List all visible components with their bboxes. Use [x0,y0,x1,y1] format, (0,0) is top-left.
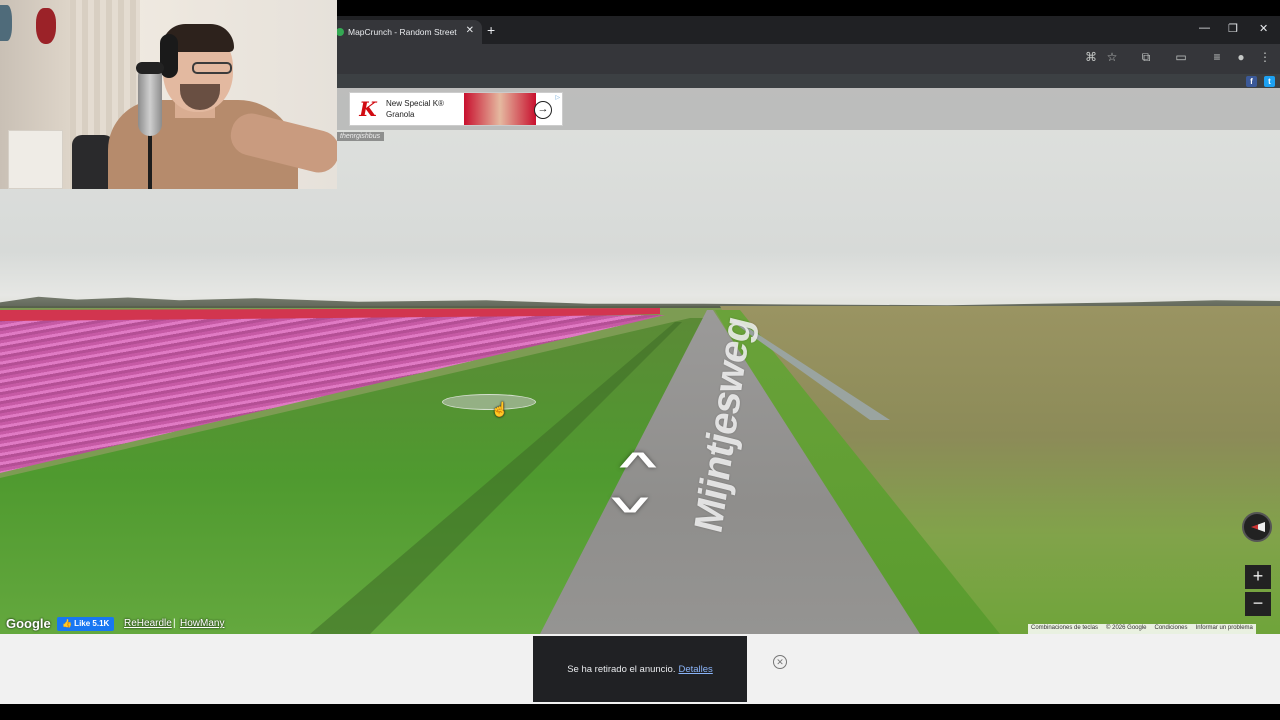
mapcrunch-favicon-icon [336,28,344,36]
webcam-plush-toy [0,5,12,41]
ad-product-image [464,93,536,125]
top-banner-ad[interactable]: K New Special K® Granola → ▷ [349,92,563,126]
media-icon[interactable]: ≡ [1209,50,1225,64]
profile-icon[interactable]: ● [1233,50,1249,64]
bottom-ad-bar: Se ha retirado el anuncio. Detalles ✕ [0,634,1280,704]
terms-link[interactable]: Condiciones [1155,625,1188,633]
screen: MapCrunch - Random Street Vi ✕ + — ❐ ✕ ⌘… [0,0,1280,720]
map-attribution: Combinaciones de teclas © 2026 Google Co… [1028,624,1256,634]
close-window-button[interactable]: ✕ [1259,22,1268,35]
tab-title: MapCrunch - Random Street Vi [348,27,458,37]
ad-removed-message: Se ha retirado el anuncio. [567,663,676,675]
pano-cursor-disc [442,394,536,410]
twitter-icon[interactable]: t [1264,76,1275,87]
compass-needle-icon [1251,522,1265,532]
overlay-label: thenrgishbus [336,132,385,141]
keyboard-shortcuts-link[interactable]: Combinaciones de teclas [1031,625,1098,633]
ad-text: New Special K® Granola [386,99,444,119]
adchoices-icon[interactable]: ▷ [555,94,560,101]
webcam-mic-cap [136,62,164,74]
reheardle-link[interactable]: ReHeardle [124,618,172,629]
translate-icon[interactable]: ⌘ [1083,50,1099,64]
webcam-microphone [138,64,162,136]
facebook-like-button[interactable]: 👍 Like 5.1K [57,617,115,631]
ad-arrow-icon[interactable]: → [534,101,552,119]
horizon-treeline [0,296,1280,308]
special-k-logo: K [359,97,377,121]
menu-icon[interactable]: ⋮ [1257,50,1273,64]
extensions-icon[interactable]: ⧉ [1138,50,1154,65]
bottom-letterbox [0,704,1280,720]
webcam-red-plush-toy [36,8,56,44]
ad-removed-notice: Se ha retirado el anuncio. Detalles [533,636,747,702]
minimize-button[interactable]: — [1199,22,1210,34]
browser-tab[interactable]: MapCrunch - Random Street Vi ✕ [326,20,482,44]
mouse-cursor-icon: ☝ [491,401,509,417]
zoom-out-button[interactable]: − [1245,592,1271,616]
compass-button[interactable] [1242,512,1272,542]
google-logo: Google [6,616,51,631]
ad-details-link[interactable]: Detalles [678,664,712,675]
star-icon[interactable]: ☆ [1104,50,1120,64]
cast-icon[interactable]: ▭ [1173,50,1189,64]
restore-button[interactable]: ❐ [1228,22,1238,35]
webcam-door [8,130,63,189]
close-ad-icon[interactable]: ✕ [773,655,787,669]
report-problem-link[interactable]: Informar un problema [1196,625,1253,633]
zoom-in-button[interactable]: + [1245,565,1271,589]
link-separator: | [173,618,176,629]
howmany-link[interactable]: HowMany [180,618,224,629]
navigate-back-arrow-icon[interactable]: ^ [610,480,650,519]
facebook-icon[interactable]: f [1246,76,1257,87]
webcam-person-glasses [192,62,232,74]
new-tab-button[interactable]: + [487,22,495,38]
tab-close-icon[interactable]: ✕ [466,25,474,36]
copyright-text: © 2026 Google [1106,625,1147,631]
webcam-overlay [0,0,337,189]
